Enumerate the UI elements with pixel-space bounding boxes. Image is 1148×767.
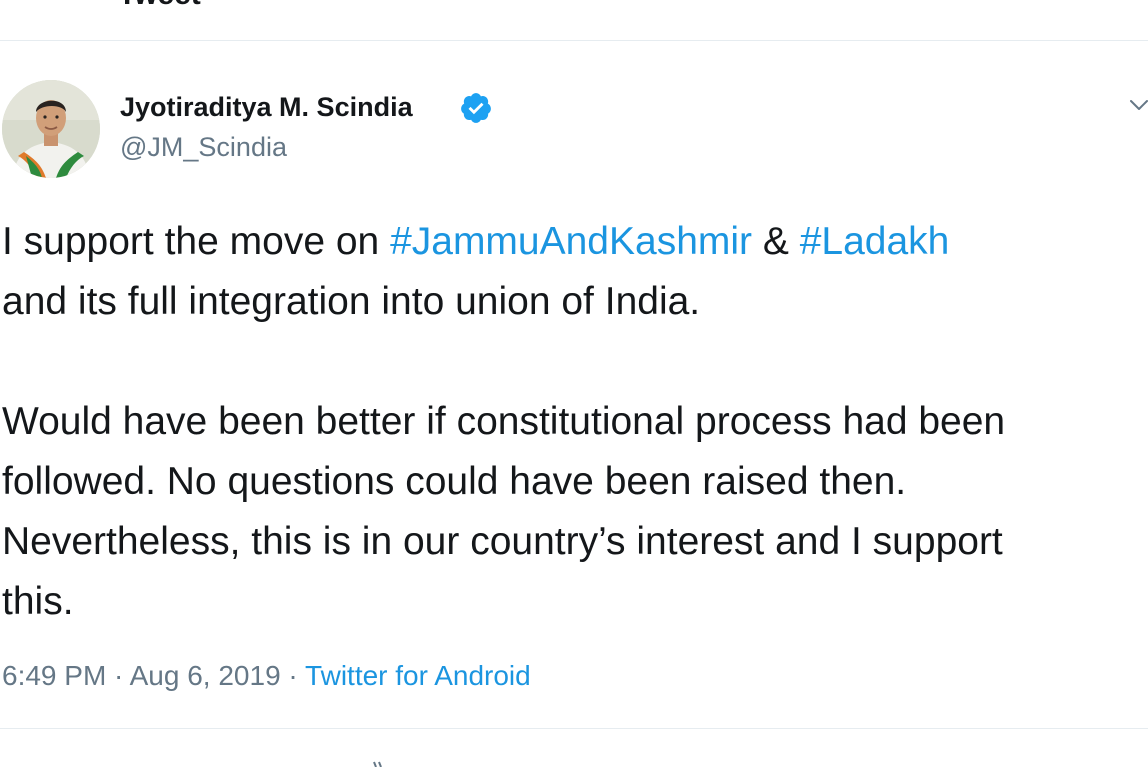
tweet-line: Would have been better if constitutional…	[2, 400, 1006, 443]
tweet-line: and its full integration into union of I…	[2, 280, 701, 323]
hashtag-link-ladakh[interactable]: #Ladakh	[800, 220, 950, 263]
avatar[interactable]	[2, 80, 100, 178]
partial-icon	[373, 761, 382, 767]
tweet-line: I support the move on #JammuAndKashmir &…	[2, 212, 1148, 272]
verified-badge-icon	[461, 93, 491, 123]
tweet-time[interactable]: 6:49 PM	[2, 660, 106, 691]
tweet-text-segment: I support the move on	[2, 220, 391, 263]
tweet-text: I support the move on #JammuAndKashmir &…	[2, 212, 1148, 632]
page-header-title: Tweet	[118, 0, 201, 12]
tweet-source-link[interactable]: Twitter for Android	[305, 660, 531, 691]
tweet-date[interactable]: Aug 6, 2019	[130, 660, 281, 691]
author-handle[interactable]: @JM_Scindia	[120, 132, 287, 163]
tweet-line: Nevertheless, this is in our country’s i…	[2, 520, 1003, 563]
tweet-line: followed. No questions could have been r…	[2, 460, 907, 503]
profile-photo-icon	[2, 80, 100, 178]
meta-separator: ·	[280, 660, 306, 691]
meta-separator: ·	[106, 660, 130, 691]
divider	[0, 40, 1148, 41]
tweet-metadata: 6:49 PM · Aug 6, 2019 · Twitter for Andr…	[2, 660, 531, 692]
divider	[0, 728, 1148, 729]
chevron-down-icon[interactable]	[1126, 92, 1148, 118]
tweet-text-segment: &	[752, 220, 800, 263]
hashtag-link-jammu-and-kashmir[interactable]: #JammuAndKashmir	[390, 220, 752, 263]
author-display-name[interactable]: Jyotiraditya M. Scindia	[120, 92, 413, 123]
tweet-line: this.	[2, 580, 74, 623]
